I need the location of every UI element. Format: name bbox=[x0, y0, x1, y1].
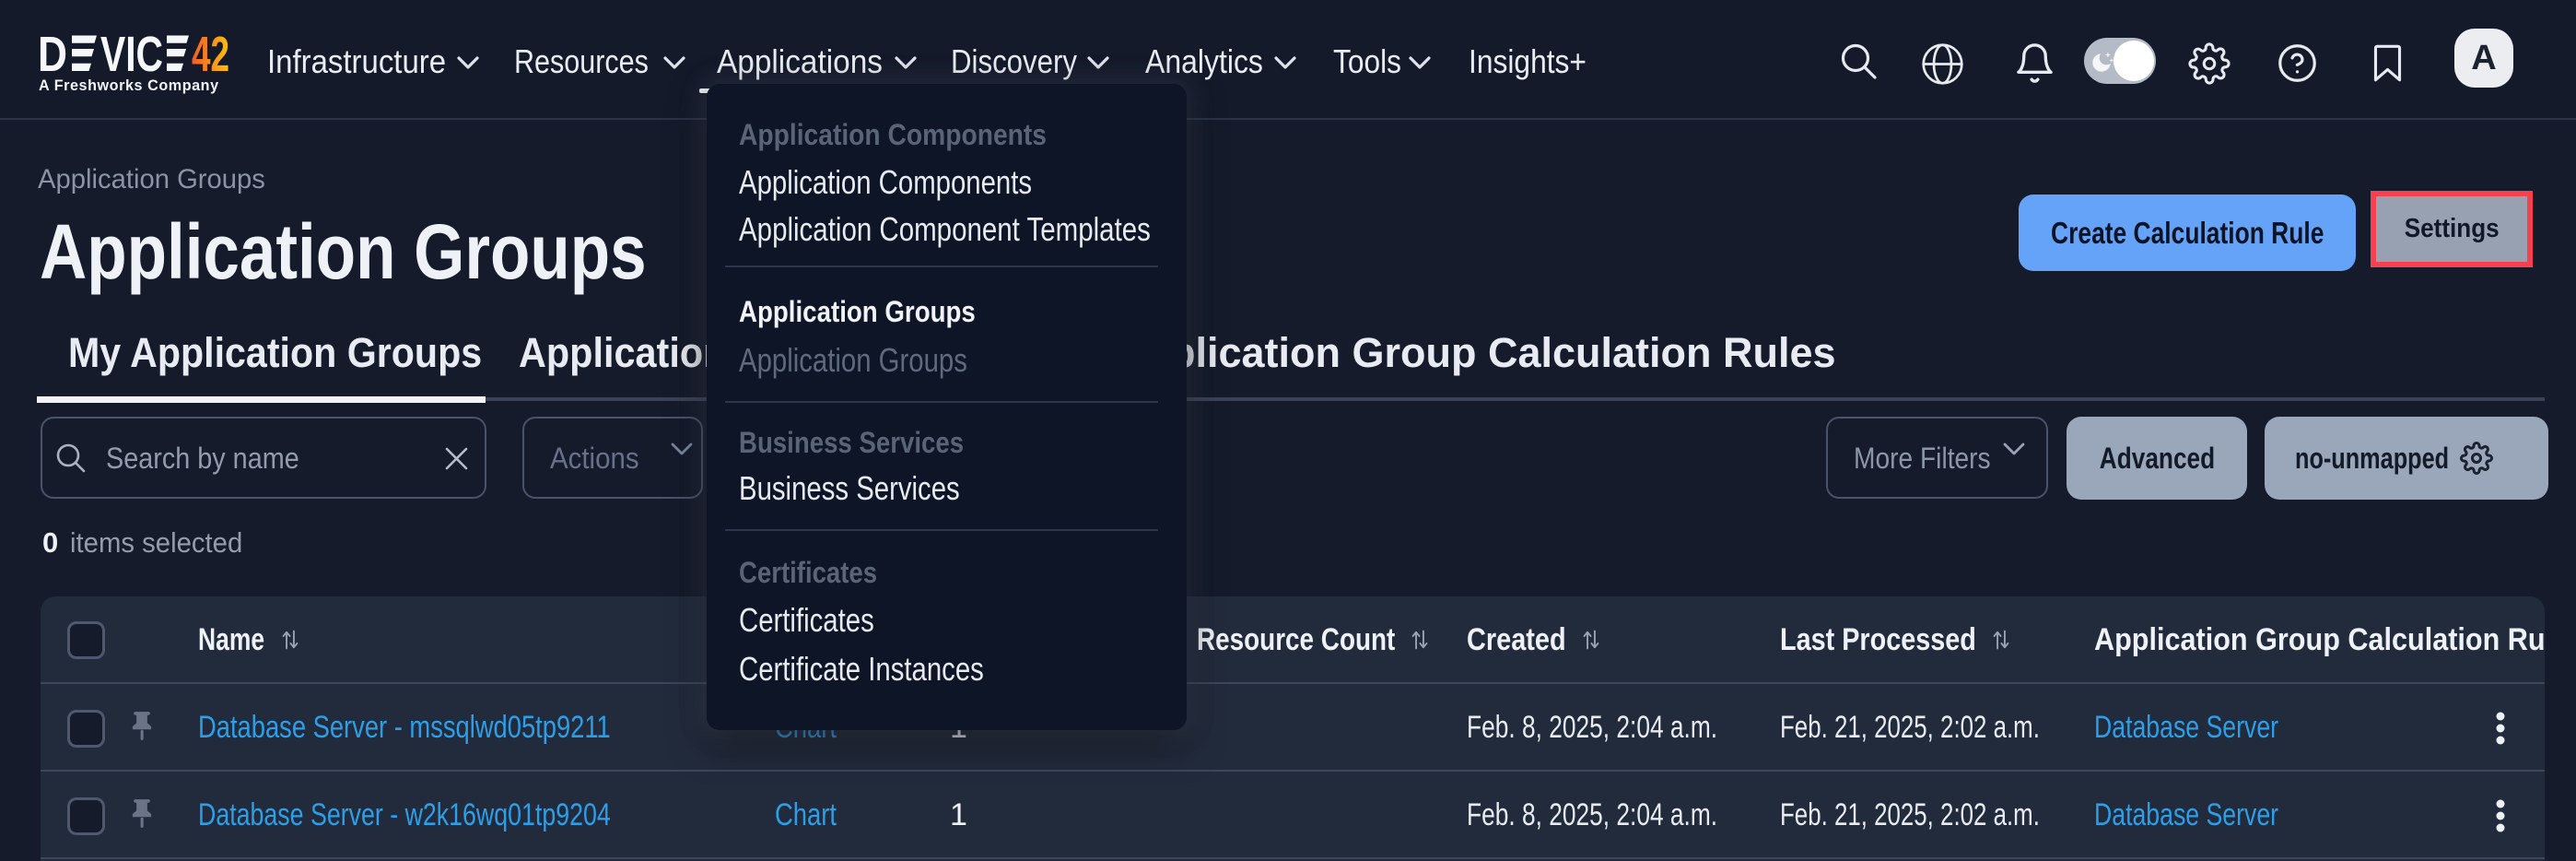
svg-text:D: D bbox=[38, 27, 67, 73]
svg-text:VIC: VIC bbox=[100, 27, 163, 73]
svg-text:42: 42 bbox=[192, 27, 229, 73]
